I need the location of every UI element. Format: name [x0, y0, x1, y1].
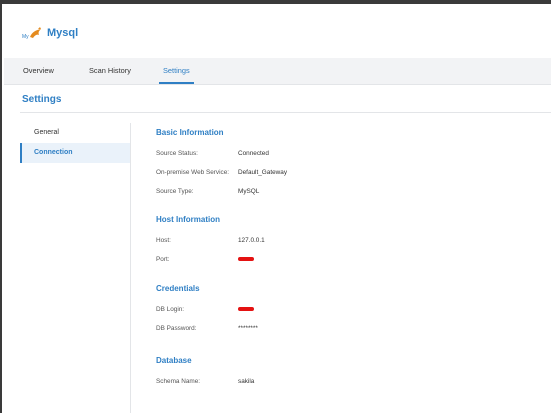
- section-title: Host Information: [156, 215, 220, 224]
- db-password-row: DB Password: ********: [156, 322, 416, 336]
- field-label: Host:: [156, 237, 171, 244]
- header: My Mysql: [4, 8, 551, 58]
- section-title: Database: [156, 356, 192, 365]
- app-title: Mysql: [47, 27, 79, 39]
- redaction-mark: [238, 257, 254, 262]
- port-redacted-value: [238, 253, 254, 267]
- basic-information-section: Basic Information Source Status: Connect…: [156, 127, 416, 199]
- field-label: Schema Name:: [156, 378, 201, 385]
- source-status-row: Source Status: Connected: [156, 147, 416, 161]
- mysql-dolphin-logo-icon: My: [22, 27, 41, 40]
- section-title: Credentials: [156, 284, 200, 293]
- field-label: DB Password:: [156, 325, 197, 332]
- app-window: My Mysql Overview Scan History Settings …: [0, 0, 551, 413]
- database-section: Database Schema Name: sakila: [156, 355, 416, 389]
- db-login-row: DB Login:: [156, 303, 416, 317]
- settings-panel: General Connection Basic Information Sou…: [20, 112, 551, 413]
- section-title: Basic Information: [156, 128, 224, 137]
- tab-scan-history[interactable]: Scan History: [89, 58, 131, 84]
- field-label: DB Login:: [156, 306, 185, 313]
- field-label: On-premise Web Service:: [156, 169, 230, 176]
- db-password-value: ********: [238, 325, 258, 332]
- db-login-redacted-value: [238, 303, 254, 317]
- web-service-row: On-premise Web Service: Default_Gateway: [156, 166, 416, 180]
- field-label: Source Type:: [156, 188, 194, 195]
- port-row: Port:: [156, 253, 416, 267]
- credentials-section: Credentials DB Login: DB Password: *****…: [156, 283, 416, 336]
- host-row: Host: 127.0.0.1: [156, 234, 416, 248]
- host-information-section: Host Information Host: 127.0.0.1 Port:: [156, 214, 416, 267]
- sidebar-item-connection[interactable]: Connection: [20, 143, 130, 163]
- page-title: Settings: [22, 94, 62, 105]
- sidebar-item-general[interactable]: General: [20, 123, 130, 143]
- source-status-value: Connected: [238, 150, 269, 157]
- host-value: 127.0.0.1: [238, 237, 265, 244]
- source-type-value: MySQL: [238, 188, 260, 195]
- redaction-mark: [238, 307, 254, 312]
- schema-name-row: Schema Name: sakila: [156, 375, 416, 389]
- web-service-value: Default_Gateway: [238, 169, 288, 176]
- field-label: Port:: [156, 256, 170, 263]
- settings-sidebar: General Connection: [20, 123, 131, 413]
- schema-name-value: sakila: [238, 378, 255, 385]
- tab-settings[interactable]: Settings: [159, 58, 194, 84]
- tab-overview[interactable]: Overview: [23, 58, 54, 84]
- svg-text:My: My: [22, 34, 29, 40]
- tab-bar: Overview Scan History Settings: [4, 58, 551, 85]
- app-logo: My Mysql: [22, 26, 78, 40]
- source-type-row: Source Type: MySQL: [156, 185, 416, 199]
- field-label: Source Status:: [156, 150, 198, 157]
- connection-details: Basic Information Source Status: Connect…: [156, 113, 551, 413]
